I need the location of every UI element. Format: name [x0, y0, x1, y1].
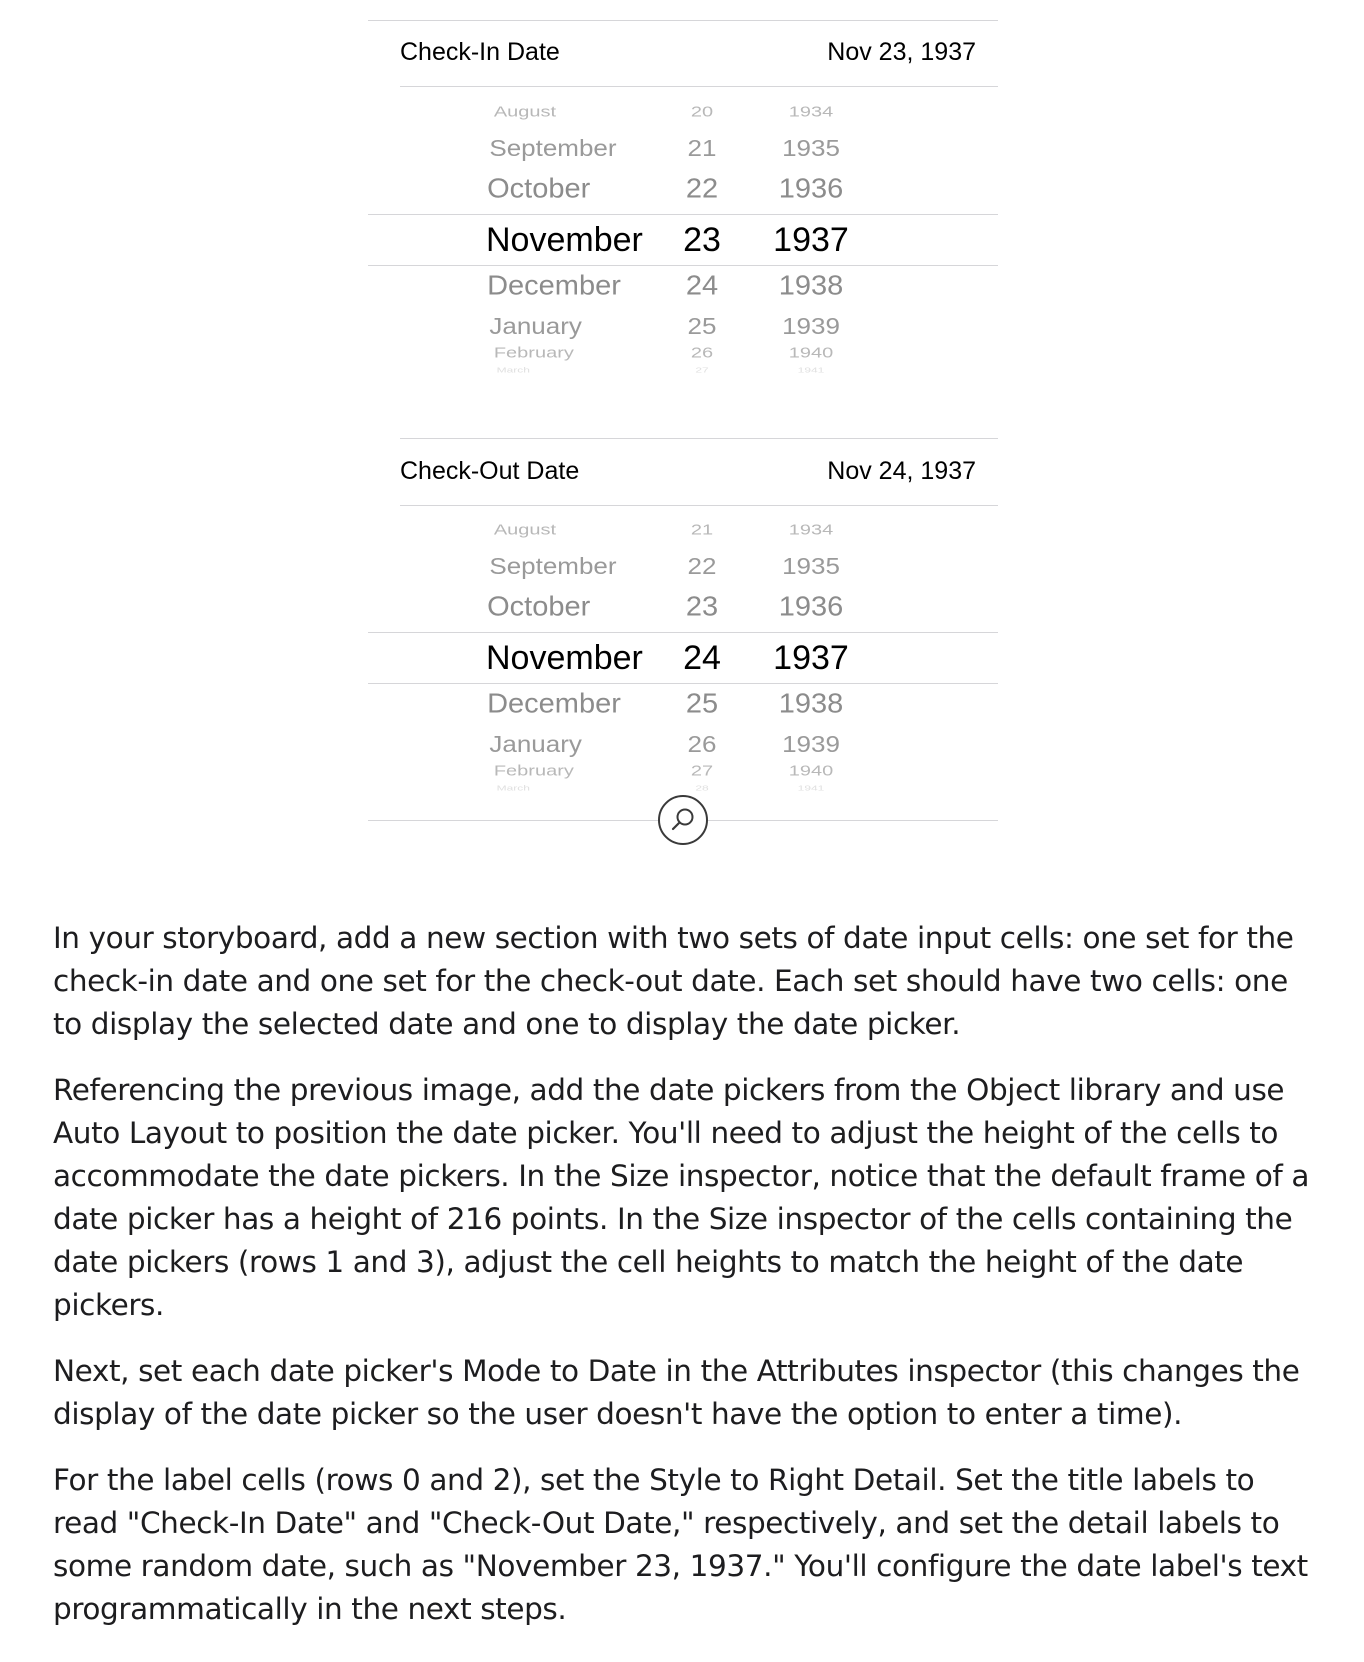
picker-day[interactable]: 25	[672, 690, 732, 718]
picker-day[interactable]: 20	[672, 105, 732, 119]
picker-year[interactable]: 1938	[766, 272, 856, 300]
picker-year[interactable]: 1934	[766, 105, 856, 119]
paragraph: In your storyboard, add a new section wi…	[53, 921, 1294, 1041]
picker-year[interactable]: 1939	[766, 315, 856, 338]
picker-selection-line	[368, 683, 998, 684]
checkout-date-picker[interactable]: JulyAugustSeptemberOctoberNovemberDecemb…	[368, 518, 998, 818]
picker-day[interactable]: 25	[672, 315, 732, 338]
picker-year[interactable]: 1940	[766, 764, 856, 778]
picker-month[interactable]: December	[487, 272, 621, 300]
picker-day[interactable]: 22	[672, 555, 732, 578]
picker-year[interactable]: 1939	[766, 733, 856, 756]
picker-year[interactable]: 1941	[766, 784, 856, 791]
picker-year[interactable]: 1938	[766, 690, 856, 718]
picker-year[interactable]: 1941	[766, 366, 856, 373]
picker-year-selected[interactable]: 1937	[766, 641, 856, 675]
picker-month[interactable]: August	[494, 105, 556, 119]
checkin-title-label: Check-In Date	[400, 38, 560, 66]
picker-month[interactable]: September	[489, 555, 616, 578]
picker-month[interactable]: September	[489, 137, 616, 160]
checkout-detail-label: Nov 24, 1937	[827, 457, 976, 485]
checkin-detail-label: Nov 23, 1937	[827, 38, 976, 66]
picker-selection-line	[368, 632, 998, 633]
picker-day[interactable]: 21	[672, 523, 732, 537]
picker-year[interactable]: 1935	[766, 137, 856, 160]
picker-day[interactable]: 26	[672, 346, 732, 360]
separator	[400, 505, 998, 506]
checkout-title-label: Check-Out Date	[400, 457, 580, 485]
picker-month-selected[interactable]: November	[486, 223, 643, 257]
picker-year[interactable]: 1936	[766, 593, 856, 621]
picker-year[interactable]: 1936	[766, 175, 856, 203]
picker-day-selected[interactable]: 24	[672, 641, 732, 675]
picker-year[interactable]: 1935	[766, 555, 856, 578]
separator	[400, 438, 998, 439]
picker-day[interactable]: 21	[672, 137, 732, 160]
picker-month[interactable]: March	[497, 784, 530, 791]
picker-month[interactable]: January	[489, 315, 582, 338]
picker-year-selected[interactable]: 1937	[766, 223, 856, 257]
picker-selection-line	[368, 265, 998, 266]
instructions-text: In your storyboard, add a new section wi…	[53, 917, 1323, 1654]
picker-month[interactable]: January	[489, 733, 582, 756]
magnifier-icon[interactable]	[658, 795, 708, 845]
picker-month[interactable]: March	[497, 366, 530, 373]
separator	[400, 86, 998, 87]
picker-day[interactable]: 26	[672, 733, 732, 756]
paragraph: Next, set each date picker's Mode to Dat…	[53, 1354, 1300, 1431]
separator	[368, 20, 998, 21]
picker-day[interactable]: 28	[672, 784, 732, 791]
storyboard-figure: Check-In Date Nov 23, 1937 JulyAugustSep…	[368, 20, 998, 860]
picker-month[interactable]: October	[487, 593, 590, 621]
checkin-date-picker[interactable]: JulyAugustSeptemberOctoberNovemberDecemb…	[368, 100, 998, 400]
paragraph: For the label cells (rows 0 and 2), set …	[53, 1463, 1308, 1626]
picker-month[interactable]: February	[494, 764, 574, 778]
picker-day[interactable]: 27	[672, 764, 732, 778]
picker-day-selected[interactable]: 23	[672, 223, 732, 257]
picker-month[interactable]: February	[494, 346, 574, 360]
paragraph: Referencing the previous image, add the …	[53, 1073, 1310, 1322]
picker-month[interactable]: December	[487, 690, 621, 718]
picker-year[interactable]: 1940	[766, 346, 856, 360]
picker-selection-line	[368, 214, 998, 215]
picker-day[interactable]: 27	[672, 366, 732, 373]
picker-day[interactable]: 22	[672, 175, 732, 203]
picker-year[interactable]: 1934	[766, 523, 856, 537]
picker-month[interactable]: October	[487, 175, 590, 203]
picker-month[interactable]: August	[494, 523, 556, 537]
picker-day[interactable]: 23	[672, 593, 732, 621]
picker-month-selected[interactable]: November	[486, 641, 643, 675]
picker-day[interactable]: 24	[672, 272, 732, 300]
